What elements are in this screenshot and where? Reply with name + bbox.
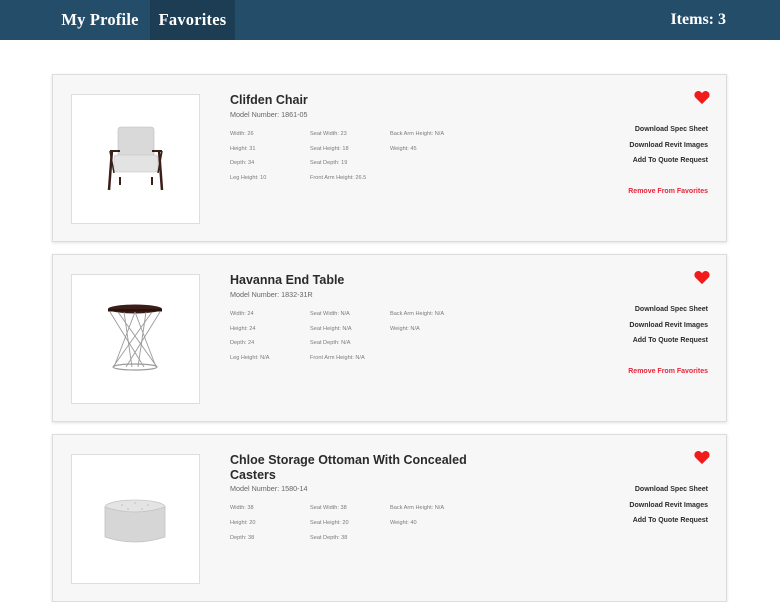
spec-height: Height: 20 [230, 520, 256, 526]
model-number: Model Number: 1832-31R [230, 290, 313, 299]
spec-seat-depth: Seat Depth: 38 [310, 535, 348, 541]
model-number: Model Number: 1580-14 [230, 484, 308, 493]
add-to-quote-request-link[interactable]: Add To Quote Request [633, 157, 708, 164]
product-name: Chloe Storage Ottoman With Concealed Cas… [230, 453, 467, 482]
download-spec-sheet-link[interactable]: Download Spec Sheet [635, 486, 708, 493]
download-spec-sheet-link[interactable]: Download Spec Sheet [635, 126, 708, 133]
end-table-image [108, 304, 162, 371]
spec-leg-height: Leg Height: 10 [230, 175, 267, 181]
product-name: Havanna End Table [230, 273, 345, 287]
armchair-image [107, 126, 164, 191]
product-image-frame[interactable] [71, 94, 200, 224]
spec-seat-height: Seat Height: 18 [310, 146, 349, 152]
model-number: Model Number: 1861-05 [230, 110, 308, 119]
spec-seat-depth: Seat Depth: N/A [310, 340, 351, 346]
spec-width: Width: 26 [230, 131, 254, 137]
spec-back-arm-height: Back Arm Height: N/A [390, 131, 445, 137]
product-image-frame[interactable] [71, 274, 200, 404]
spec-back-arm-height: Back Arm Height: N/A [390, 311, 445, 317]
items-count: Items: 3 [670, 11, 726, 28]
product-image-frame[interactable] [71, 454, 200, 584]
remove-from-favorites-link[interactable]: Remove From Favorites [628, 368, 708, 375]
favorites-list: Clifden Chair Model Number: 1861-05 Widt… [0, 0, 780, 602]
spec-width: Width: 38 [230, 505, 254, 511]
product-name: Clifden Chair [230, 93, 308, 107]
spec-weight: Weight: N/A [390, 326, 420, 332]
favorite-heart-icon[interactable] [694, 90, 710, 105]
favorite-heart-icon[interactable] [694, 450, 710, 465]
product-card-havanna-end-table: Havanna End Table Model Number: 1832-31R… [52, 254, 727, 422]
spec-front-arm-height: Front Arm Height: 26.5 [310, 175, 367, 181]
spec-seat-width: Seat Width: 38 [310, 505, 347, 511]
spec-front-arm-height: Front Arm Height: N/A [310, 355, 365, 361]
add-to-quote-request-link[interactable]: Add To Quote Request [633, 517, 708, 524]
download-revit-images-link[interactable]: Download Revit Images [629, 142, 708, 149]
add-to-quote-request-link[interactable]: Add To Quote Request [633, 337, 708, 344]
spec-seat-width: Seat Width: N/A [310, 311, 350, 317]
spec-depth: Depth: 34 [230, 160, 255, 166]
spec-weight: Weight: 40 [390, 520, 417, 526]
spec-depth: Depth: 38 [230, 535, 255, 541]
spec-back-arm-height: Back Arm Height: N/A [390, 505, 445, 511]
remove-from-favorites-link[interactable]: Remove From Favorites [628, 188, 708, 195]
spec-height: Height: 24 [230, 326, 256, 332]
spec-seat-height: Seat Height: N/A [310, 326, 352, 332]
download-spec-sheet-link[interactable]: Download Spec Sheet [635, 306, 708, 313]
spec-height: Height: 31 [230, 146, 256, 152]
spec-weight: Weight: 45 [390, 146, 417, 152]
spec-width: Width: 24 [230, 311, 254, 317]
spec-leg-height: Leg Height: N/A [230, 355, 270, 361]
spec-seat-height: Seat Height: 20 [310, 520, 349, 526]
top-navigation-bar: My Profile Favorites Items: 3 [0, 0, 780, 40]
tab-my-profile[interactable]: My Profile [52, 0, 148, 40]
download-revit-images-link[interactable]: Download Revit Images [629, 322, 708, 329]
download-revit-images-link[interactable]: Download Revit Images [629, 502, 708, 509]
tab-favorites[interactable]: Favorites [150, 0, 235, 40]
spec-seat-width: Seat Width: 23 [310, 131, 347, 137]
product-card-chloe-storage-ottoman: Chloe Storage Ottoman With Concealed Cas… [52, 434, 727, 602]
favorite-heart-icon[interactable] [694, 270, 710, 285]
spec-seat-depth: Seat Depth: 19 [310, 160, 348, 166]
spec-depth: Depth: 24 [230, 340, 255, 346]
ottoman-image [104, 499, 166, 543]
product-card-clifden-chair: Clifden Chair Model Number: 1861-05 Widt… [52, 74, 727, 242]
